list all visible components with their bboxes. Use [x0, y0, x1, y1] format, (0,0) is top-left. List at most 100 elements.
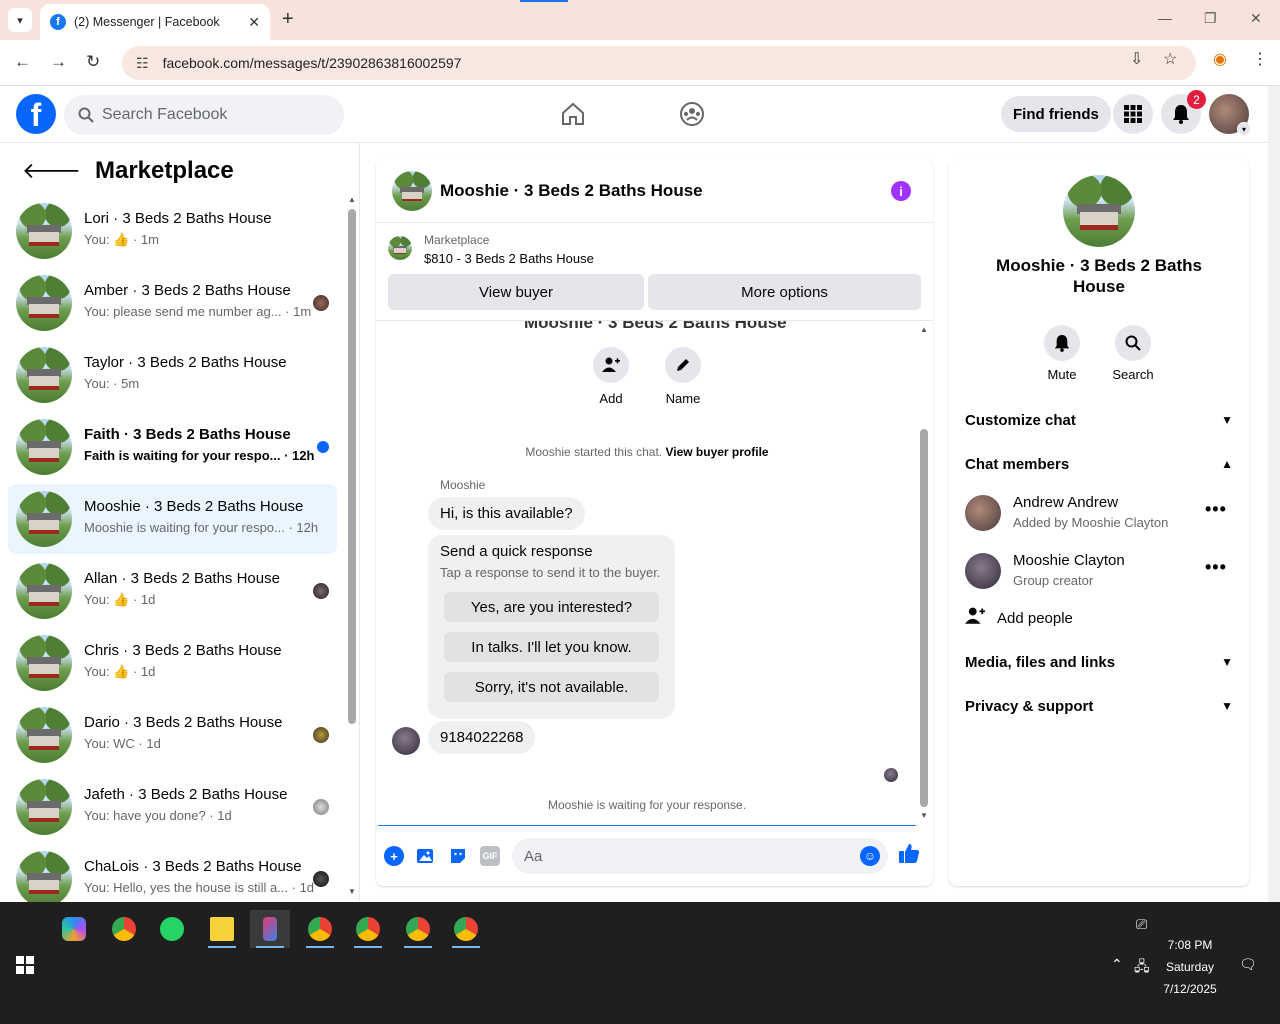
scroll-down-icon[interactable]: ▼: [920, 811, 928, 820]
incoming-message-number[interactable]: 9184022268: [428, 721, 536, 754]
quick-response-yes[interactable]: Yes, are you interested?: [444, 592, 659, 622]
tab-search-button[interactable]: ▾: [8, 8, 32, 32]
conversation-item[interactable]: Allan · 3 Beds 2 Baths House You: 👍 · 1d: [8, 556, 337, 626]
network-icon[interactable]: 🖧: [1134, 956, 1150, 980]
chat-window: Mooshie · 3 Beds 2 Baths House i Marketp…: [376, 159, 933, 886]
conversation-item[interactable]: Dario · 3 Beds 2 Baths House You: WC · 1d: [8, 700, 337, 770]
scroll-up-icon[interactable]: ▲: [348, 195, 356, 204]
facebook-logo-icon[interactable]: f: [16, 94, 56, 134]
new-tab-button[interactable]: +: [282, 8, 294, 31]
close-window-icon[interactable]: ✕: [1250, 10, 1262, 27]
more-options-icon[interactable]: •••: [1205, 557, 1227, 578]
browser-menu-icon[interactable]: ⋮: [1252, 49, 1268, 69]
message-input-field[interactable]: [512, 838, 888, 874]
add-people-button[interactable]: Add people: [965, 607, 1073, 630]
home-icon[interactable]: [560, 101, 586, 134]
chat-scrollbar[interactable]: ▲ ▼: [918, 321, 930, 825]
conversation-item[interactable]: Jafeth · 3 Beds 2 Baths House You: have y…: [8, 772, 337, 842]
copilot-app-icon[interactable]: [54, 910, 94, 948]
mute-action[interactable]: Mute: [1032, 325, 1092, 382]
chat-avatar[interactable]: [392, 171, 432, 211]
privacy-support-row[interactable]: Privacy & support ▼: [965, 688, 1233, 724]
profile-icon[interactable]: ◉: [1213, 49, 1227, 69]
account-avatar[interactable]: ▾: [1209, 94, 1251, 136]
chat-title[interactable]: Mooshie · 3 Beds 2 Baths House: [440, 181, 703, 201]
find-friends-button[interactable]: Find friends: [1001, 96, 1111, 132]
seen-avatar: [313, 727, 329, 743]
scroll-down-icon[interactable]: ▼: [348, 887, 356, 896]
info-icon[interactable]: i: [891, 181, 911, 201]
member-row[interactable]: Andrew Andrew Added by Mooshie Clayton •…: [965, 489, 1233, 537]
thread-header-title: Mooshie · 3 Beds 2 Baths House: [524, 321, 787, 332]
chrome-profile-app-icon[interactable]: [398, 910, 438, 948]
conversation-item[interactable]: Taylor · 3 Beds 2 Baths House You: · 5m: [8, 340, 337, 410]
chrome-profile-app-icon[interactable]: [300, 910, 340, 948]
conversation-item[interactable]: Lori · 3 Beds 2 Baths House You: 👍 · 1m: [8, 196, 337, 266]
quick-response-in-talks[interactable]: In talks. I'll let you know.: [444, 632, 659, 662]
bookmark-star-icon[interactable]: ☆: [1163, 49, 1177, 69]
conversation-item[interactable]: Chris · 3 Beds 2 Baths House You: 👍 · 1d: [8, 628, 337, 698]
like-thumb-icon[interactable]: [898, 842, 920, 870]
scroll-up-icon[interactable]: ▲: [920, 325, 928, 334]
scroll-thumb[interactable]: [348, 209, 356, 724]
meet-now-icon[interactable]: ⎚: [1136, 916, 1147, 933]
back-icon[interactable]: ←: [14, 52, 31, 72]
search-input[interactable]: [102, 106, 322, 124]
site-info-icon[interactable]: ☷: [136, 55, 149, 72]
customize-chat-row[interactable]: Customize chat ▼: [965, 402, 1233, 438]
more-options-icon[interactable]: •••: [1205, 499, 1227, 520]
back-arrow-icon[interactable]: 🡐: [22, 158, 81, 184]
snipping-tool-app-icon[interactable]: [250, 910, 290, 948]
menu-grid-icon[interactable]: [1113, 94, 1153, 134]
windows-start-icon[interactable]: [16, 956, 34, 974]
page-scrollbar[interactable]: [1268, 86, 1280, 902]
add-member-action[interactable]: Add: [581, 347, 641, 406]
conversation-item[interactable]: Amber · 3 Beds 2 Baths House You: please …: [8, 268, 337, 338]
forward-icon[interactable]: →: [50, 52, 67, 72]
chat-members-row[interactable]: Chat members ▲: [965, 446, 1233, 482]
emoji-icon[interactable]: ☺: [860, 846, 880, 866]
group-avatar[interactable]: [1063, 175, 1135, 247]
view-buyer-button[interactable]: View buyer: [388, 274, 644, 310]
view-buyer-profile-link[interactable]: View buyer profile: [665, 445, 768, 459]
system-clock[interactable]: 7:08 PM Saturday 7/12/2025: [1152, 934, 1228, 1000]
conversation-item[interactable]: Faith · 3 Beds 2 Baths House Faith is wai…: [8, 412, 337, 482]
sticker-icon[interactable]: [448, 846, 468, 866]
facebook-search[interactable]: [64, 95, 344, 135]
conversation-item[interactable]: ChaLois · 3 Beds 2 Baths House You: Hello…: [8, 844, 337, 902]
restore-icon[interactable]: ❐: [1204, 10, 1217, 27]
url-text[interactable]: facebook.com/messages/t/2390286381600259…: [163, 55, 462, 71]
groups-icon[interactable]: [679, 101, 705, 134]
member-avatar[interactable]: [965, 553, 1001, 589]
scroll-thumb[interactable]: [920, 429, 928, 807]
gif-icon[interactable]: GIF: [480, 846, 500, 866]
reload-icon[interactable]: ↻: [86, 52, 100, 72]
action-center-icon[interactable]: 🗨: [1239, 956, 1257, 973]
address-bar[interactable]: ☷ facebook.com/messages/t/23902863816002…: [122, 46, 1196, 80]
member-row[interactable]: Mooshie Clayton Group creator •••: [965, 547, 1233, 595]
member-avatar[interactable]: [965, 495, 1001, 531]
media-files-row[interactable]: Media, files and links ▼: [965, 644, 1233, 680]
incoming-message[interactable]: Hi, is this available?: [428, 497, 585, 530]
message-input[interactable]: [524, 847, 844, 865]
sidebar-scrollbar[interactable]: ▲ ▼: [345, 193, 357, 901]
photo-icon[interactable]: [416, 846, 436, 866]
search-action[interactable]: Search: [1103, 325, 1163, 382]
browser-tab[interactable]: f (2) Messenger | Facebook ✕: [40, 4, 270, 40]
chrome-profile-app-icon[interactable]: [446, 910, 486, 948]
minimize-icon[interactable]: —: [1158, 10, 1172, 26]
quick-response-not-available[interactable]: Sorry, it's not available.: [444, 672, 659, 702]
more-options-button[interactable]: More options: [648, 274, 921, 310]
sender-avatar[interactable]: [392, 727, 420, 755]
close-tab-icon[interactable]: ✕: [248, 14, 260, 31]
name-chat-action[interactable]: Name: [653, 347, 713, 406]
chrome-profile-app-icon[interactable]: [348, 910, 388, 948]
conversation-item[interactable]: Mooshie · 3 Beds 2 Baths House Mooshie is…: [8, 484, 337, 554]
sticky-notes-app-icon[interactable]: [202, 910, 242, 948]
install-app-icon[interactable]: ⇩: [1130, 49, 1143, 69]
whatsapp-app-icon[interactable]: [152, 910, 192, 948]
preview-time: · 12h: [280, 448, 315, 463]
show-hidden-icons-icon[interactable]: ⌃: [1111, 956, 1123, 973]
chrome-app-icon[interactable]: [104, 910, 144, 948]
plus-icon[interactable]: +: [384, 846, 404, 866]
